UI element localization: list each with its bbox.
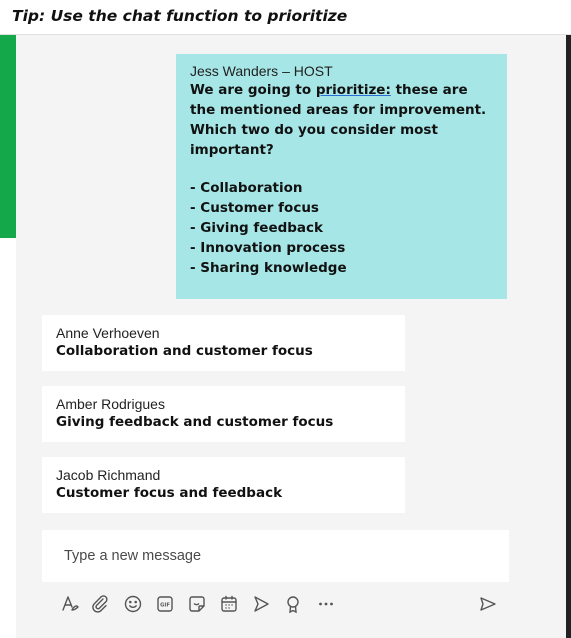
option-item: - Customer focus: [190, 200, 319, 216]
option-item: - Giving feedback: [190, 220, 324, 236]
reply-message-anne: Anne Verhoeven Collaboration and custome…: [42, 315, 405, 371]
green-accent-strip: [0, 0, 16, 238]
send-icon[interactable]: [476, 592, 500, 616]
reply-sender-name: Amber Rodrigues: [56, 396, 165, 412]
option-item: - Sharing knowledge: [190, 260, 347, 276]
attach-icon[interactable]: [88, 592, 112, 616]
improvement-options-list: - Collaboration - Customer focus - Givin…: [190, 178, 493, 278]
sticker-icon[interactable]: [185, 592, 209, 616]
reply-message-amber: Amber Rodrigues Giving feedback and cust…: [42, 386, 405, 442]
message-input[interactable]: [62, 547, 489, 565]
reply-sender-name: Anne Verhoeven: [56, 325, 160, 341]
emoji-icon[interactable]: [121, 592, 145, 616]
host-message-prefix: We are going to: [190, 82, 316, 98]
host-message-bubble: Jess Wanders – HOST We are going to prio…: [176, 54, 507, 299]
option-item: - Innovation process: [190, 240, 346, 256]
teams-chat-screenshot: Tip: Use the chat function to prioritize…: [0, 0, 571, 638]
tip-banner: Tip: Use the chat function to prioritize: [0, 0, 571, 35]
stream-icon[interactable]: [249, 592, 273, 616]
host-sender-name: Jess Wanders – HOST: [190, 63, 333, 79]
schedule-meeting-icon[interactable]: [217, 592, 241, 616]
reply-message-jacob: Jacob Richmand Customer focus and feedba…: [42, 457, 405, 513]
host-message-text: We are going to prioritize: these are th…: [190, 80, 493, 160]
reply-message-text: Customer focus and feedback: [56, 485, 283, 501]
reply-sender-name: Jacob Richmand: [56, 467, 161, 483]
tip-text: Tip: Use the chat function to prioritize: [12, 7, 348, 25]
svg-text:GIF: GIF: [160, 603, 170, 609]
gif-icon[interactable]: GIF: [153, 592, 177, 616]
compose-box[interactable]: [42, 530, 509, 582]
host-message-highlight: prioritize:: [315, 82, 391, 98]
format-icon[interactable]: [58, 592, 82, 616]
reply-message-text: Giving feedback and customer focus: [56, 414, 334, 430]
praise-icon[interactable]: [281, 592, 305, 616]
reply-message-text: Collaboration and customer focus: [56, 343, 313, 359]
option-item: - Collaboration: [190, 180, 303, 196]
compose-toolbar: GIF: [58, 592, 498, 618]
more-options-icon[interactable]: [314, 592, 338, 616]
